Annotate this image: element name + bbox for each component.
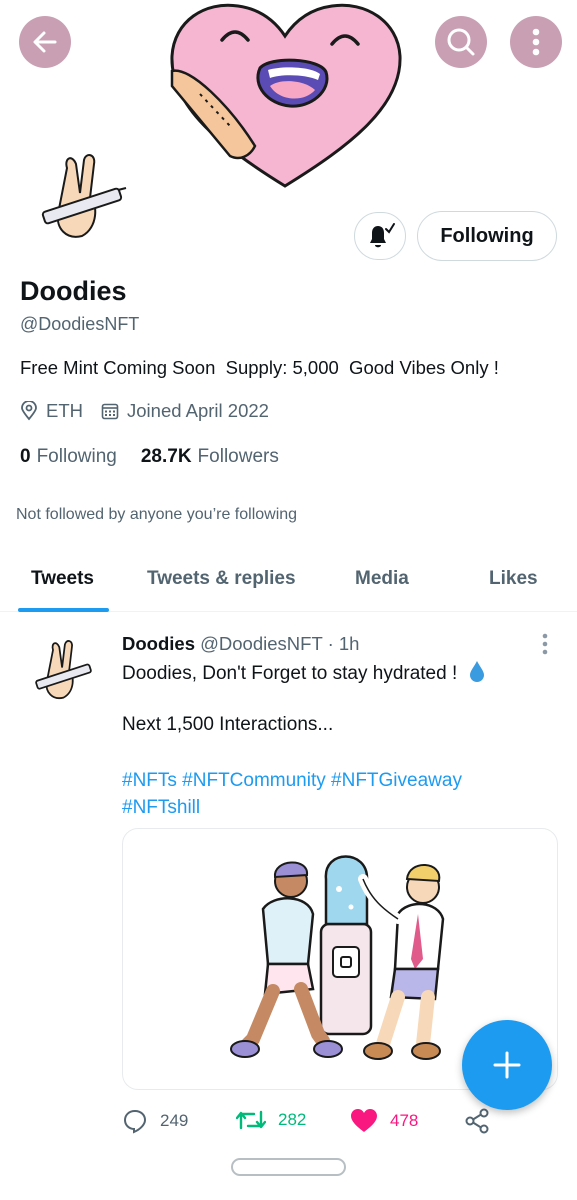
tweet-more-icon[interactable] [540,632,550,656]
tab-tweets[interactable]: Tweets [31,568,94,590]
profile-joined: Joined April 2022 [127,400,269,421]
droplet-icon [469,661,484,682]
not-followed-note: Not followed by anyone you’re following [16,506,298,523]
comment-icon [123,1109,147,1134]
plus-icon [493,1051,521,1079]
avatar[interactable] [22,148,132,248]
heart-icon [351,1109,377,1132]
hashtag-line[interactable]: #NFTs #NFTCommunity #NFTGiveaway [122,767,462,794]
tweet-author[interactable]: Doodies [122,633,195,654]
tweet-text-line2: Next 1,500 Interactions... [122,714,334,735]
heart-mascot-banner [170,3,402,188]
tweet-time: · 1h [327,633,360,654]
tweet-actions: 249 282 478 [122,1108,562,1138]
following-label: Following [36,446,117,467]
profile-bio: Free Mint Coming Soon Supply: 5,000 Good… [20,357,499,378]
share-button[interactable] [464,1108,502,1134]
arrow-left-icon [33,31,57,53]
gesture-home-bar[interactable] [231,1158,346,1176]
back-button[interactable] [19,16,71,68]
retweet-icon [236,1110,266,1130]
tweet-hashtags: #NFTs #NFTCommunity #NFTGiveaway #NFTshi… [122,767,462,821]
location-icon [20,401,38,421]
active-tab-indicator [18,608,109,612]
search-icon [447,28,475,56]
tweet-avatar[interactable] [20,636,100,706]
profile-name: Doodies [20,276,127,306]
followers-label: Followers [197,446,279,467]
profile-handle: @DoodiesNFT [20,314,140,334]
tab-likes[interactable]: Likes [489,568,538,590]
followers-count-link[interactable]: 28.7K Followers [141,446,279,468]
tweet-handle: @DoodiesNFT [200,633,323,654]
tweet-text-line1: Doodies, Don't Forget to stay hydrated ! [122,660,485,685]
calendar-icon [101,402,119,420]
tweet-header: Doodies @DoodiesNFT · 1h [122,633,359,655]
retweet-count: 282 [278,1110,307,1129]
following-count-link[interactable]: 0 Following [20,446,117,468]
compose-tweet-button[interactable] [462,1020,552,1110]
reply-button[interactable]: 249 [122,1108,188,1134]
retweet-button[interactable]: 282 [236,1108,306,1132]
like-count: 478 [390,1111,419,1130]
reply-count: 249 [160,1111,189,1130]
follow-counts: 0 Following 28.7K Followers [20,446,279,468]
share-icon [465,1108,489,1134]
more-vertical-icon [532,28,540,56]
profile-location: ETH [46,400,83,421]
like-button[interactable]: 478 [350,1108,418,1134]
hashtag-line[interactable]: #NFTshill [122,794,462,821]
search-button[interactable] [435,16,487,68]
tab-tweets-replies[interactable]: Tweets & replies [147,568,296,590]
following-count: 0 [20,446,31,467]
more-options-button[interactable] [510,16,562,68]
profile-tabs: Tweets Tweets & replies Media Likes [0,550,577,612]
notifications-button[interactable] [354,212,406,260]
tab-media[interactable]: Media [355,568,409,590]
following-button[interactable]: Following [417,211,557,261]
bell-subscribed-icon [370,223,395,248]
profile-meta: ETH Joined April 2022 [20,400,269,422]
followers-count: 28.7K [140,446,192,467]
